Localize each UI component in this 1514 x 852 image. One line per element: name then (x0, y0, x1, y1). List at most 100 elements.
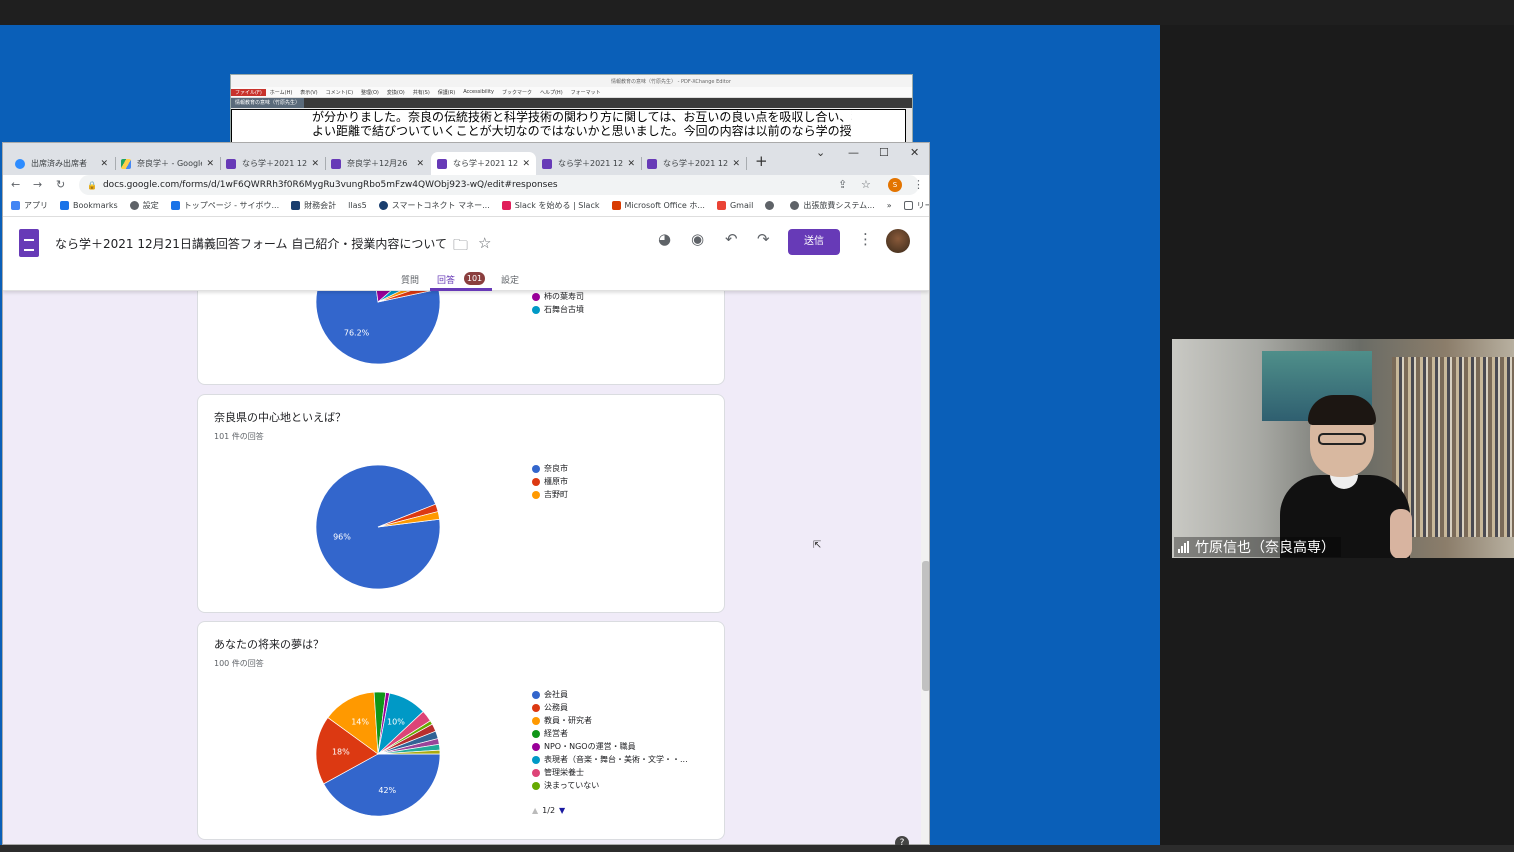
forward-icon[interactable]: → (33, 178, 42, 191)
eye-icon[interactable]: ◉ (691, 230, 704, 248)
pdf-menu-convert[interactable]: 変換(O) (383, 89, 409, 96)
pdf-menu-home[interactable]: ホーム(H) (266, 89, 297, 96)
pie-slice-label: 96% (333, 532, 351, 541)
participant-name: 竹原信也（奈良高専） (1195, 540, 1335, 556)
close-icon[interactable]: ✕ (732, 159, 740, 169)
bookmark-slack[interactable]: Slack を始める | Slack (501, 200, 600, 211)
response-count: 101 件の回答 (214, 432, 264, 441)
bookmark-globe[interactable] (765, 201, 778, 210)
redo-icon[interactable]: ↷ (757, 230, 770, 248)
reading-list-button[interactable]: リーディング リスト (903, 200, 929, 211)
tab-search-icon[interactable]: ⌄ (816, 146, 825, 159)
globe-icon (765, 201, 775, 210)
minimize-button[interactable]: — (848, 146, 859, 159)
pdf-menu-view[interactable]: 表示(V) (296, 89, 321, 96)
lock-icon[interactable]: 🔒 (87, 181, 97, 190)
tab-questions[interactable]: 質問 (401, 273, 419, 286)
close-icon[interactable]: ✕ (311, 159, 319, 169)
tab-responses[interactable]: 回答 (437, 273, 455, 286)
google-forms-icon (437, 158, 447, 169)
legend-dot (532, 477, 540, 486)
pdf-menu-help[interactable]: ヘルプ(H) (536, 89, 567, 96)
gmail-icon (716, 201, 726, 210)
legend-item: 会社員 (532, 688, 688, 701)
pdf-menu-bookmark[interactable]: ブックマーク (498, 89, 536, 96)
browser-tab[interactable]: なら学＋2021 12 ✕ (220, 152, 325, 175)
bookmark-cybozu[interactable]: トップページ - サイボウ... (170, 200, 279, 211)
profile-avatar[interactable]: S (888, 178, 902, 192)
pdf-menu-comment[interactable]: コメント(C) (322, 89, 357, 96)
undo-icon[interactable]: ↶ (725, 230, 738, 248)
browser-tab[interactable]: 奈良学＋ - Google ✕ (115, 152, 220, 175)
legend-pager: ▲ 1/2 ▼ (532, 806, 566, 815)
omnibox[interactable]: 🔒 docs.google.com/forms/d/1wF6QWRRh3f0R6… (79, 175, 919, 195)
folder-icon[interactable]: 🗀 (453, 235, 468, 260)
bookmark-travel[interactable]: 出張旅費システム... (790, 200, 875, 211)
avatar[interactable] (886, 229, 910, 253)
close-icon[interactable]: ✕ (627, 159, 635, 169)
bookmark-office[interactable]: Microsoft Office ホ... (611, 200, 705, 211)
bookmark-gmail[interactable]: Gmail (716, 201, 753, 210)
close-icon[interactable]: ✕ (100, 159, 108, 169)
browser-tab-active[interactable]: なら学＋2021 12 ✕ (431, 152, 536, 175)
bookmark-smartconnect[interactable]: スマートコネクト マネー... (378, 200, 490, 211)
close-icon[interactable]: ✕ (522, 159, 530, 169)
more-icon[interactable]: ⋮ (913, 178, 924, 191)
more-icon[interactable]: ⋮ (858, 230, 873, 248)
page-up-icon[interactable]: ▲ (532, 806, 538, 815)
bookmark-bookmarks[interactable]: Bookmarks (60, 201, 118, 210)
pdf-menu-organize[interactable]: 整理(O) (357, 89, 383, 96)
share-icon[interactable]: ⇪ (838, 178, 847, 191)
send-button[interactable]: 送信 (788, 229, 840, 255)
bookmark-llas5[interactable]: llas5 (348, 201, 367, 210)
close-window-button[interactable]: ✕ (910, 146, 919, 159)
browser-tab[interactable]: なら学＋2021 12 ✕ (641, 152, 746, 175)
scrollbar[interactable] (921, 291, 929, 844)
google-drive-icon (121, 158, 131, 169)
address-bar: ← → ↻ 🔒 docs.google.com/forms/d/1wF6QWRR… (3, 175, 929, 195)
maximize-button[interactable]: ☐ (879, 146, 889, 159)
browser-tab[interactable]: 出席済み出席者 ✕ (9, 152, 114, 175)
form-title[interactable]: なら学＋2021 12月21日講義回答フォーム 自己紹介・授業内容について (55, 235, 447, 252)
reload-icon[interactable]: ↻ (56, 178, 65, 191)
new-tab-button[interactable]: + (755, 152, 768, 170)
palette-icon[interactable]: ◕ (658, 230, 671, 248)
legend-dot (532, 716, 540, 725)
close-icon[interactable]: ✕ (206, 159, 214, 169)
response-count: 100 件の回答 (214, 659, 264, 668)
participant-figure (1280, 395, 1420, 558)
pdf-menu-bar: ファイル(F) ホーム(H) 表示(V) コメント(C) 整理(O) 変換(O)… (231, 87, 912, 98)
cybozu-icon (170, 201, 180, 210)
pdf-menu-share[interactable]: 共有(S) (409, 89, 434, 96)
browser-tab[interactable]: 奈良学＋12月26 ✕ (325, 152, 430, 175)
pdf-menu-format[interactable]: フォーマット (567, 89, 605, 96)
google-forms-icon[interactable] (19, 229, 39, 257)
pdf-menu-file[interactable]: ファイル(F) (231, 88, 266, 96)
reading-list-icon (903, 201, 913, 210)
back-icon[interactable]: ← (11, 178, 20, 191)
scrollbar-thumb[interactable] (922, 561, 929, 691)
pdf-menu-accessibility[interactable]: Accessibility (459, 89, 498, 95)
pdf-menu-protect[interactable]: 保護(R) (434, 89, 459, 96)
bookmark-settings[interactable]: 設定 (129, 200, 159, 211)
browser-window: 出席済み出席者 ✕ 奈良学＋ - Google ✕ なら学＋2021 12 ✕ … (2, 142, 930, 845)
google-forms-icon (226, 158, 236, 169)
participant-video[interactable]: 竹原信也（奈良高専） (1172, 339, 1514, 558)
legend-dot (532, 755, 540, 764)
close-icon[interactable]: ✕ (416, 159, 424, 169)
star-icon[interactable]: ☆ (478, 234, 491, 252)
participant-name-label: 竹原信也（奈良高専） (1174, 537, 1341, 557)
bookmarks-more-button[interactable]: » (887, 201, 892, 210)
tab-settings[interactable]: 設定 (501, 273, 519, 286)
legend-item: 石舞台古墳 (532, 303, 584, 316)
bookmark-apps[interactable]: アプリ (11, 200, 48, 211)
page-down-icon[interactable]: ▼ (559, 806, 565, 815)
pie-slice-label: 76.2% (344, 328, 370, 337)
star-icon[interactable]: ☆ (861, 178, 871, 191)
bookmark-accounting[interactable]: 財務会計 (291, 200, 336, 211)
pie-chart: 76.2% (315, 291, 441, 365)
legend-item: 教員・研究者 (532, 714, 688, 727)
pdf-doc-tab[interactable]: 情報教育の意味（竹原先生） (231, 98, 305, 108)
question-card: 76.2% 柿の葉寿司 石舞台古墳 (197, 291, 725, 385)
browser-tab[interactable]: なら学＋2021 12 ✕ (536, 152, 641, 175)
